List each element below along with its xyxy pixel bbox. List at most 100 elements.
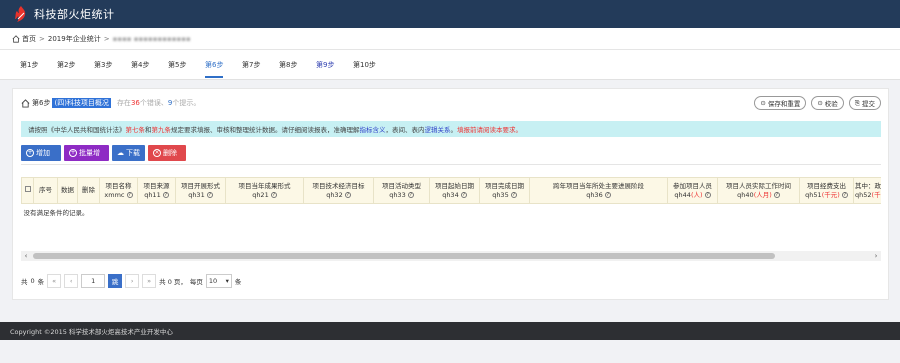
column-header: 项目起始日期 qh34 ?	[429, 177, 480, 204]
help-icon: ?	[704, 191, 711, 198]
check-button[interactable]: ⊙ 校验	[811, 96, 844, 110]
breadcrumb-current[interactable]: 2019年企业统计	[48, 34, 101, 44]
breadcrumb: 首页 > 2019年企业统计 > ▪▪▪▪ ▪▪▪▪▪▪▪▪▪▪▪▪	[0, 28, 900, 50]
table-row: 没有满足条件的记录。	[22, 204, 882, 221]
indicator-meaning-link[interactable]: 指标含义	[360, 124, 386, 134]
footer: Copyright ©2015 科学技术部火炬高技术产业开发中心	[0, 322, 900, 340]
batch-add-button[interactable]: + 批量增	[64, 145, 109, 161]
column-header: 跨年项目当年所处主要进展阶段 qh36 ?	[529, 177, 668, 204]
breadcrumb-home[interactable]: 首页	[12, 34, 36, 44]
page-input[interactable]: 1	[81, 274, 106, 288]
tab-step-2[interactable]: 第2步	[57, 50, 94, 80]
tab-step-9[interactable]: 第9步	[316, 50, 353, 80]
help-icon: ?	[270, 191, 277, 198]
logic-relation-link[interactable]: 逻辑关系	[425, 124, 451, 134]
select-all-checkbox[interactable]	[21, 177, 34, 204]
go-page-button[interactable]: 跳	[108, 274, 123, 288]
first-page-button[interactable]: «	[47, 274, 62, 288]
close-icon: ×	[153, 149, 161, 157]
empty-message: 没有满足条件的记录。	[23, 209, 89, 217]
last-page-button[interactable]: »	[142, 274, 157, 288]
tab-step-10[interactable]: 第10步	[353, 50, 390, 80]
check-icon: ⊙	[817, 99, 823, 107]
column-header: 参加项目人员 qh44(人) ?	[667, 177, 718, 204]
help-icon: ?	[206, 191, 213, 198]
submit-icon: ⎘	[854, 98, 860, 107]
pagination: 共 0 条 « ‹ 1 跳 › » 共 0 页， 每页 10 ▾ 条	[21, 273, 881, 289]
help-icon: ?	[773, 191, 780, 198]
help-icon: ?	[344, 191, 351, 198]
tab-step-7[interactable]: 第7步	[242, 50, 279, 80]
submit-button[interactable]: ⎘ 提交	[848, 96, 881, 110]
total-count: 0	[30, 277, 35, 285]
column-header: 项目完成日期 qh35 ?	[479, 177, 530, 204]
breadcrumb-separator: >	[39, 34, 45, 43]
plus-icon: +	[69, 149, 77, 157]
tab-step-5[interactable]: 第5步	[168, 50, 205, 80]
column-header: 项目名称 xmmc ?	[99, 177, 138, 204]
section-title: (四)科技项目概况	[52, 98, 111, 108]
form-panel: 第6步 (四)科技项目概况 存在36个错误、9个提示。 ⊙ 保存和重置 ⊙ 校验 ⎘…	[12, 88, 889, 300]
column-header: 其中：政府qh52(千元)	[853, 177, 881, 204]
scrollbar-thumb[interactable]	[33, 253, 775, 259]
read-requirements-link[interactable]: 填报前请阅读本要求。	[457, 124, 522, 134]
per-page-unit: 条	[234, 278, 242, 286]
step-label: 第6步	[32, 99, 51, 107]
column-header: 项目人员实际工作时间 qh40(人月) ?	[717, 177, 800, 204]
column-header: 项目活动类型 qh33 ?	[373, 177, 430, 204]
per-page-select[interactable]: 10 ▾	[205, 274, 232, 288]
help-icon: ?	[841, 191, 848, 198]
column-header: 项目开展形式 qh31 ?	[175, 177, 226, 204]
data-table: 序号 数据 删除 项目名称 xmmc ? 项目来源 qh11 ? 项目开展形式 qh3…	[21, 177, 881, 220]
home-icon	[12, 34, 20, 43]
copyright-text: Copyright ©2015 科学技术部火炬高技术产业开发中心	[10, 328, 173, 336]
help-icon: ?	[510, 191, 517, 198]
column-header: 项目当年成果形式 qh21 ?	[225, 177, 304, 204]
horizontal-scrollbar[interactable]: ‹ ›	[21, 251, 881, 261]
help-icon: ?	[407, 191, 414, 198]
column-header: 项目技术经济目标 qh32 ?	[303, 177, 374, 204]
help-icon: ?	[126, 191, 133, 198]
column-header: 项目经费支出 qh51(千元) ?	[799, 177, 854, 204]
per-page-label: 每页	[189, 278, 203, 286]
column-header: 序号	[33, 177, 58, 204]
next-page-button[interactable]: ›	[125, 274, 140, 288]
breadcrumb-blurred: ▪▪▪▪ ▪▪▪▪▪▪▪▪▪▪▪▪	[112, 34, 191, 43]
page-count-text: 共 0 页，	[159, 278, 187, 286]
panel-actions: ⊙ 保存和重置 ⊙ 校验 ⎘ 提交	[754, 96, 881, 110]
app-title: 科技部火炬统计	[34, 8, 115, 21]
column-header: 数据	[57, 177, 78, 204]
table-toolbar: + 增加 + 批量增 ☁ 下载 × 删除	[21, 145, 881, 165]
error-count[interactable]: 36	[131, 99, 140, 107]
column-header: 项目来源 qh11 ?	[137, 177, 176, 204]
download-button[interactable]: ☁ 下载	[112, 145, 145, 161]
save-icon: ⊙	[760, 99, 766, 107]
help-icon: ?	[604, 191, 611, 198]
tab-step-8[interactable]: 第8步	[279, 50, 316, 80]
table-header-row: 序号 数据 删除 项目名称 xmmc ? 项目来源 qh11 ? 项目开展形式 qh3…	[21, 177, 881, 204]
tab-step-3[interactable]: 第3步	[94, 50, 131, 80]
top-bar: 科技部火炬统计	[0, 0, 900, 28]
step-tabs: 第1步 第2步 第3步 第4步 第5步 第6步 第7步 第8步 第9步 第10步	[0, 50, 900, 80]
plus-icon: +	[26, 149, 34, 157]
tab-step-1[interactable]: 第1步	[20, 50, 57, 80]
tab-step-6[interactable]: 第6步	[205, 50, 242, 80]
panel-header: 第6步 (四)科技项目概况 存在36个错误、9个提示。 ⊙ 保存和重置 ⊙ 校验 ⎘…	[21, 95, 881, 111]
save-reset-button[interactable]: ⊙ 保存和重置	[754, 96, 807, 110]
add-button[interactable]: + 增加	[21, 145, 61, 161]
download-icon: ☁	[117, 149, 124, 157]
scroll-left-icon[interactable]: ‹	[21, 252, 31, 260]
chevron-down-icon: ▾	[225, 277, 229, 285]
help-icon: ?	[460, 191, 467, 198]
torch-logo-icon	[12, 5, 30, 23]
instruction-notice: 请按照《中华人民共和国统计法》 第七条和第九条 规定要求填报、审核和整理统计数据。请…	[21, 121, 881, 137]
home-icon	[21, 98, 30, 108]
validation-summary: 存在36个错误、9个提示。	[116, 99, 201, 107]
data-table-container: 序号 数据 删除 项目名称 xmmc ? 项目来源 qh11 ? 项目开展形式 qh3…	[21, 177, 881, 247]
delete-button[interactable]: × 删除	[148, 145, 186, 161]
help-icon: ?	[162, 191, 169, 198]
breadcrumb-separator: >	[103, 34, 110, 43]
scroll-right-icon[interactable]: ›	[871, 252, 881, 260]
tab-step-4[interactable]: 第4步	[131, 50, 168, 80]
prev-page-button[interactable]: ‹	[64, 274, 79, 288]
